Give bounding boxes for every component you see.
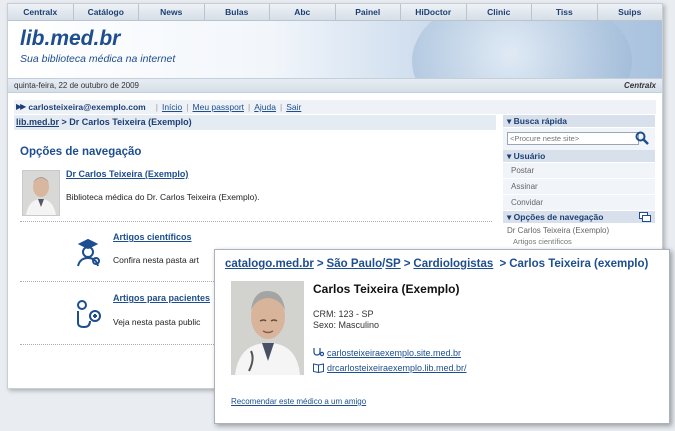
nav-catalogo[interactable]: Catálogo [74, 4, 139, 20]
sidebar-item-convidar[interactable]: Convidar [503, 195, 655, 211]
category-desc-artigos-cientificos: Confira nesta pasta art [113, 255, 199, 265]
crumb-catalogo[interactable]: catalogo.med.br [225, 258, 314, 270]
divider [20, 221, 492, 222]
link-inicio[interactable]: Início [162, 100, 182, 114]
quick-search [503, 128, 655, 150]
sidebar-user-header[interactable]: ▾ Usuário [503, 150, 655, 162]
sidebar-nav-header[interactable]: ▾ Opções de navegação [503, 211, 655, 223]
user-bar: ▶▶ carlosteixeira@exemplo.com | Início |… [14, 100, 656, 114]
date-bar: quinta-feira, 22 de outubro de 2009 Cent… [8, 78, 662, 93]
category-desc-artigos-pacientes: Veja nesta pasta public [113, 317, 201, 327]
sidebar: ▾ Busca rápida ▾ Usuário Postar Assinar … [503, 115, 655, 247]
category-link-artigos-pacientes[interactable]: Artigos para pacientes [113, 293, 210, 303]
current-date: quinta-feira, 22 de outubro de 2009 [14, 81, 139, 90]
centralx-brand: Centralx [623, 81, 656, 90]
link-library[interactable]: drcarlosteixeiraexemplo.lib.med.br/ [313, 362, 467, 373]
nav-centralx[interactable]: Centralx [8, 4, 74, 20]
sidebar-item-assinar[interactable]: Assinar [503, 179, 655, 195]
sidebar-nav-doctor[interactable]: Dr Carlos Teixeira (Exemplo) [503, 224, 655, 237]
doctor-photo [231, 281, 304, 375]
doctor-crm: CRM: 123 - SP [313, 309, 374, 319]
link-meu-passport[interactable]: Meu passport [193, 100, 245, 114]
nav-hidoctor[interactable]: HiDoctor [401, 4, 467, 20]
recommend-link[interactable]: Recomendar este médico a um amigo [231, 397, 366, 406]
doctor-photo-thumb [22, 170, 60, 216]
crumb-cardiologistas[interactable]: Cardiologistas [413, 258, 493, 270]
link-site[interactable]: carlosteixeiraexemplo.site.med.br [313, 347, 461, 358]
breadcrumb-current: > Dr Carlos Teixeira (Exemplo) [61, 117, 192, 127]
breadcrumb: lib.med.br > Dr Carlos Teixeira (Exemplo… [14, 115, 496, 130]
sidebar-item-postar[interactable]: Postar [503, 163, 655, 179]
windows-icon[interactable] [639, 212, 651, 222]
sidebar-nav-artigos[interactable]: Artigos científicos [503, 237, 655, 247]
sidebar-search-header[interactable]: ▾ Busca rápida [503, 115, 655, 127]
nav-abc[interactable]: Abc [270, 4, 336, 20]
globe-graphic [412, 21, 632, 78]
search-icon[interactable] [635, 131, 649, 145]
doctor-name: Carlos Teixeira (Exemplo) [313, 282, 460, 296]
page-title: Opções de navegação [20, 146, 142, 158]
link-ajuda[interactable]: Ajuda [254, 100, 276, 114]
book-icon [313, 363, 324, 373]
nav-bulas[interactable]: Bulas [205, 4, 270, 20]
search-input[interactable] [507, 132, 639, 145]
nav-news[interactable]: News [139, 4, 205, 20]
link-sair[interactable]: Sair [286, 100, 301, 114]
crumb-sp[interactable]: SP [385, 258, 400, 270]
nav-tiss[interactable]: Tiss [532, 4, 598, 20]
crumb-sao-paulo[interactable]: São Paulo [327, 258, 383, 270]
breadcrumb-root[interactable]: lib.med.br [16, 117, 59, 127]
doctor-link[interactable]: Dr Carlos Teixeira (Exemplo) [66, 169, 188, 179]
stethoscope-icon [313, 348, 324, 357]
doctor-sexo: Sexo: Masculino [313, 320, 380, 330]
category-link-artigos-cientificos[interactable]: Artigos científicos [113, 232, 192, 242]
double-arrow-icon: ▶▶ [16, 102, 26, 111]
nav-painel[interactable]: Painel [336, 4, 401, 20]
site-tagline: Sua biblioteca médica na internet [20, 53, 176, 65]
crumb-current: Carlos Teixeira (exemplo) [509, 258, 649, 270]
patient-icon [72, 297, 104, 329]
site-logo[interactable]: lib.med.br [20, 27, 120, 51]
scientist-icon [72, 236, 104, 268]
nav-clinic[interactable]: Clinic [467, 4, 532, 20]
top-navigation: Centralx Catálogo News Bulas Abc Painel … [8, 4, 662, 21]
doctor-description: Biblioteca médica do Dr. Carlos Teixeira… [66, 192, 260, 202]
site-banner: lib.med.br Sua biblioteca médica na inte… [8, 21, 662, 78]
nav-suips[interactable]: Suips [598, 4, 663, 20]
doctor-profile-card: catalogo.med.br > São Paulo/SP > Cardiologis… [214, 249, 670, 424]
card-breadcrumb: catalogo.med.br > São Paulo/SP > Cardiologis… [225, 258, 649, 270]
user-email: carlosteixeira@exemplo.com [28, 102, 146, 112]
